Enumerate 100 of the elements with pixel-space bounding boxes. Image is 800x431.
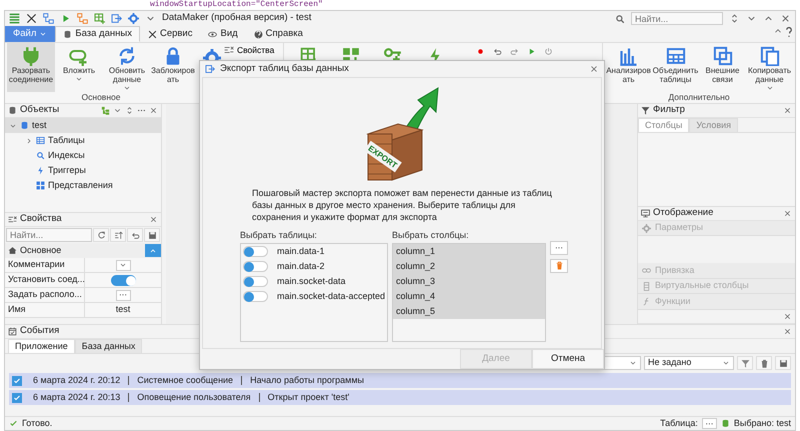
delete-icon[interactable] (554, 261, 564, 270)
gear-icon (642, 224, 651, 233)
list-item[interactable]: column_3 (393, 274, 545, 290)
ribbon-button[interactable]: Разорвать соединение (7, 43, 55, 92)
ribbon-tab[interactable]: База данных (55, 26, 140, 42)
plug-icon (21, 46, 41, 66)
dialog-title: Экспорт таблиц базы данных (220, 62, 350, 76)
group-label: Дополнительно (667, 92, 731, 103)
chevron-down-icon (39, 30, 48, 38)
ribbon-tab[interactable]: Сервис (140, 26, 200, 42)
panel-tab[interactable]: Столбцы (638, 118, 690, 132)
filter-icon (641, 106, 650, 115)
ribbon-button[interactable]: Внешние связи (699, 43, 746, 92)
ribbon-button[interactable]: Анализировать (605, 43, 652, 92)
diagram-icon[interactable] (43, 13, 54, 24)
list-item[interactable]: column_4 (393, 289, 545, 304)
tree-item[interactable]: Таблицы (5, 133, 161, 148)
play-icon[interactable] (527, 47, 536, 56)
table-name: main.data-1 (277, 245, 325, 258)
list-label: Выбрать таблицы: (240, 228, 318, 242)
refresh-icon (117, 46, 137, 66)
settings-icon[interactable] (128, 13, 139, 24)
filter-icon[interactable] (740, 358, 750, 368)
help-icon[interactable] (783, 26, 795, 38)
database-icon (8, 106, 17, 115)
ribbon-tab[interactable]: Вид (200, 26, 246, 42)
close-icon[interactable] (589, 64, 599, 74)
tree-item[interactable]: Представления (5, 178, 161, 193)
panel-tab[interactable]: Приложение (8, 339, 75, 353)
dialog-button[interactable]: Отмена (532, 349, 604, 369)
search-field[interactable]: Найти... (6, 228, 92, 242)
property-name: Комментарии (5, 258, 85, 272)
redo-icon[interactable] (510, 47, 520, 56)
ribbon-button[interactable]: Объединить таблицы (652, 43, 699, 92)
panel-title: События (20, 324, 60, 338)
column-icon (642, 282, 651, 291)
tick-icon (13, 376, 21, 384)
ribbon-small-button[interactable]: Свойства (221, 43, 278, 57)
close-icon[interactable] (149, 215, 158, 224)
tree-item[interactable]: Триггеры (5, 163, 161, 178)
close-icon[interactable] (780, 13, 791, 24)
list-item[interactable]: column_2 (393, 259, 545, 274)
tree-item[interactable]: Индексы (5, 148, 161, 163)
save-icon[interactable] (778, 358, 788, 368)
panel-title: Объекты (20, 103, 60, 118)
toggle-switch[interactable] (243, 246, 268, 258)
sort-icon[interactable] (114, 230, 122, 240)
reset-icon[interactable] (96, 230, 106, 240)
tree-item[interactable]: test (5, 118, 161, 133)
checkbox[interactable] (12, 392, 22, 402)
search-icon[interactable] (615, 14, 625, 24)
more-button[interactable]: ··· (550, 240, 568, 255)
list-item[interactable]: column_5 (393, 304, 545, 320)
close-icon[interactable] (783, 327, 792, 336)
checkbox[interactable] (12, 376, 22, 386)
toggle-switch[interactable] (110, 274, 136, 286)
search-field[interactable]: Найти... (631, 12, 723, 25)
chevron-right-icon[interactable] (25, 136, 33, 144)
calendar-icon (8, 327, 17, 336)
toggle-switch[interactable] (243, 291, 268, 302)
list-item[interactable]: column_1 (393, 244, 545, 260)
selection-text: Выбрано: test (734, 416, 791, 430)
close-icon[interactable] (783, 208, 792, 218)
table-add-icon[interactable] (94, 13, 105, 24)
ribbon-button[interactable]: Обновить данные (103, 43, 151, 92)
export-icon[interactable] (111, 13, 122, 24)
close-icon[interactable] (783, 312, 792, 322)
ellipsis-button[interactable]: ··· (116, 290, 130, 300)
check-icon (9, 419, 18, 428)
dropdown[interactable]: Не задано (644, 356, 734, 370)
ribbon-button[interactable]: Заблокировать (151, 43, 195, 92)
scroll-arrows-icon[interactable] (729, 13, 740, 24)
tree-icon[interactable] (101, 106, 110, 115)
panel-tab[interactable]: База данных (74, 339, 142, 353)
diagram-icon[interactable] (77, 13, 88, 24)
toggle-switch[interactable] (243, 261, 268, 272)
ribbon-button[interactable]: Вложить (55, 43, 103, 92)
status-text: Готово. (22, 416, 54, 430)
lightning-icon (36, 166, 45, 175)
link-icon (642, 266, 651, 275)
chevron-down-icon (629, 359, 637, 367)
close-icon[interactable] (783, 106, 792, 115)
menu-button[interactable]: Файл (5, 26, 56, 42)
power-icon[interactable] (544, 47, 554, 56)
expand-icon[interactable] (125, 106, 134, 115)
save-icon[interactable] (148, 230, 156, 240)
linked-squares-icon (712, 46, 732, 66)
record-icon[interactable] (476, 47, 486, 56)
chevron-up-icon (149, 246, 157, 254)
delete-icon[interactable] (760, 358, 768, 368)
search-icon (36, 151, 45, 160)
toggle-switch[interactable] (243, 276, 268, 288)
copy-icon (760, 46, 780, 66)
undo-icon[interactable] (493, 47, 502, 56)
close-icon[interactable] (149, 106, 158, 115)
table-picker-button[interactable]: ··· (702, 418, 717, 429)
ribbon-button[interactable]: Копировать данные (746, 43, 793, 92)
undo-icon[interactable] (130, 230, 140, 240)
menu-icon[interactable] (9, 13, 20, 24)
ribbon-tab[interactable]: Справка (246, 26, 311, 42)
